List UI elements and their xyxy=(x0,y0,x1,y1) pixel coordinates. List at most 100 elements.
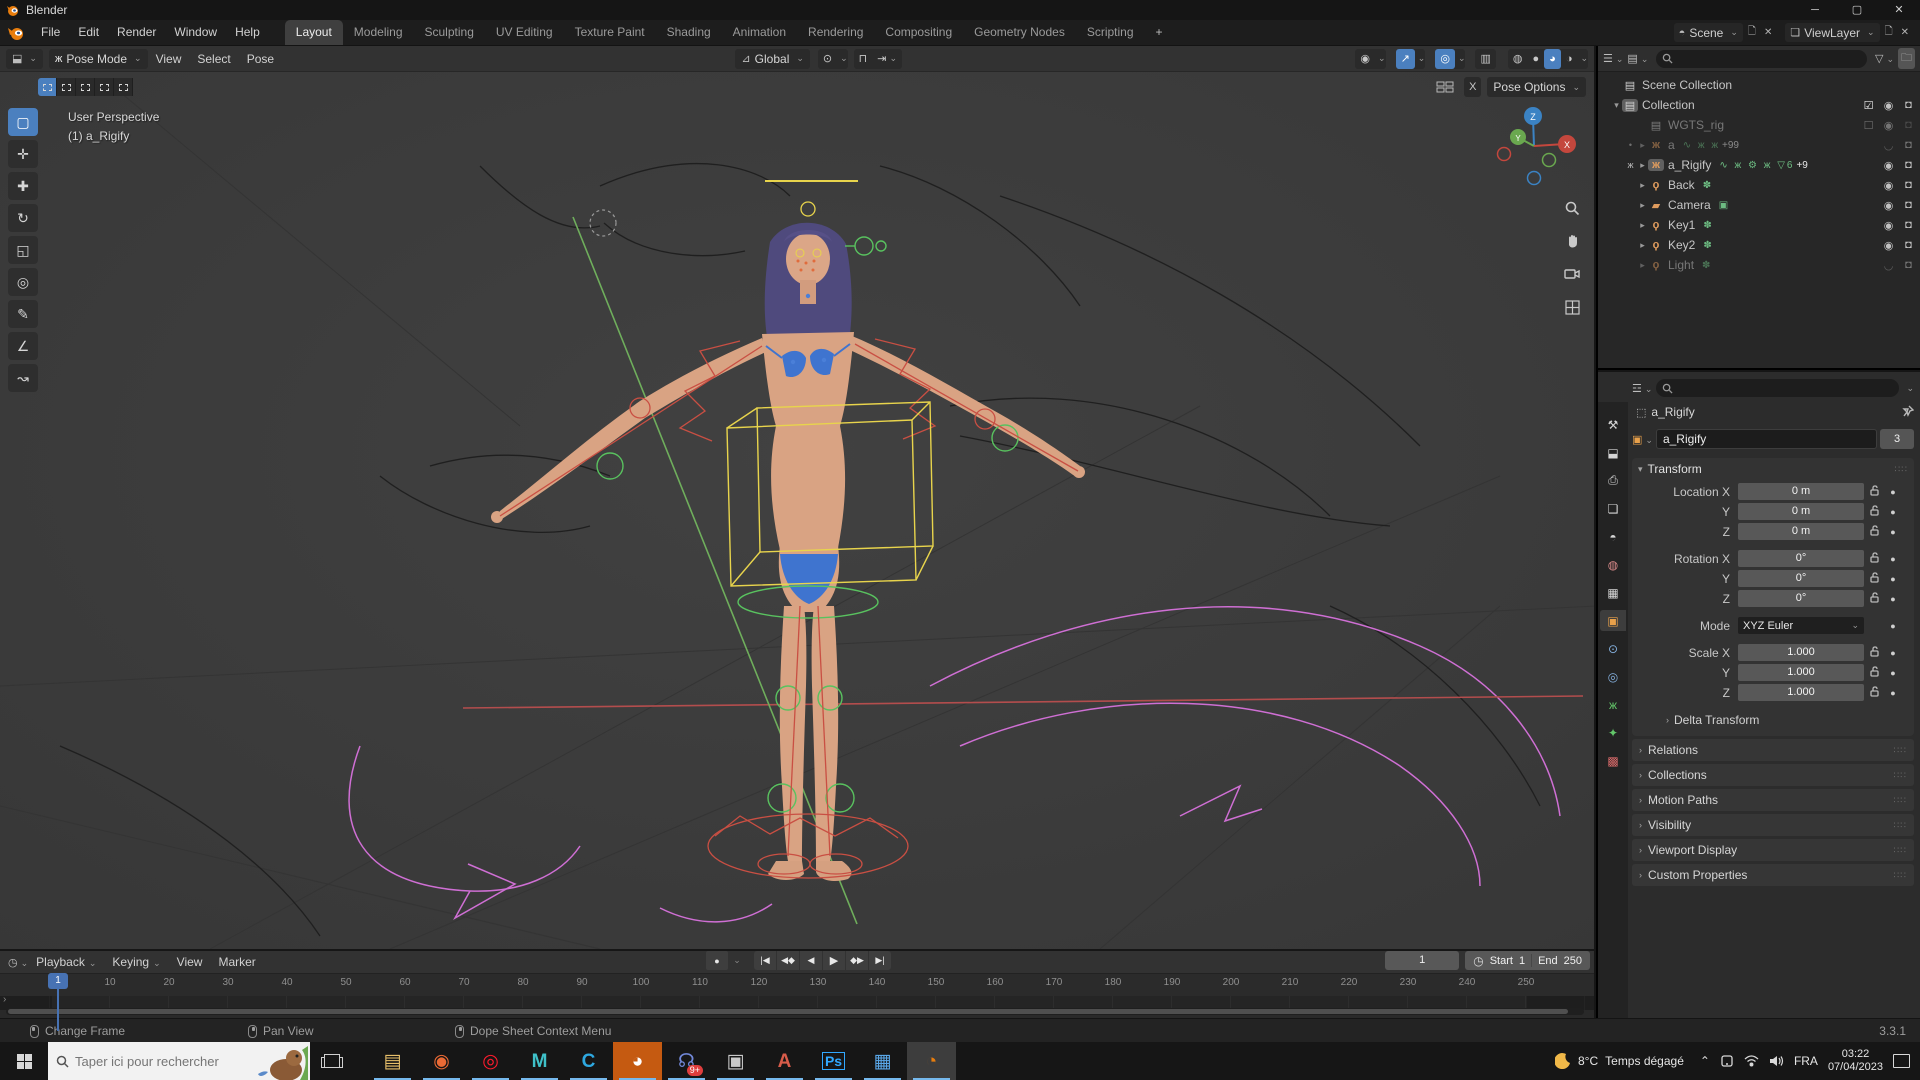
outliner-row[interactable]: ▸ Camera ▣ xyxy=(1598,195,1920,215)
delta-transform-subpanel[interactable]: › Delta Transform xyxy=(1638,710,1908,730)
outliner-row[interactable]: Scene Collection xyxy=(1598,75,1920,95)
properties-tab[interactable]: ⊙ xyxy=(1600,638,1626,659)
properties-tab[interactable]: ❏ xyxy=(1600,498,1626,519)
workspace-tab[interactable]: Modeling xyxy=(343,20,414,45)
taskbar-app-button[interactable]: ▤ xyxy=(368,1042,417,1080)
hide-eye-icon[interactable] xyxy=(1881,179,1896,192)
panel-grip-icon[interactable]: ∷∷ xyxy=(1894,745,1907,756)
properties-options-icon[interactable] xyxy=(1903,382,1914,394)
render-camera-icon[interactable] xyxy=(1901,119,1916,132)
panel-grip-icon[interactable]: ∷∷ xyxy=(1894,820,1907,831)
taskbar-search[interactable] xyxy=(48,1042,310,1080)
animate-dot-icon[interactable]: ● xyxy=(1886,594,1900,604)
lock-icon[interactable] xyxy=(1864,571,1886,586)
outliner-row[interactable]: ▸ Back ✽ xyxy=(1598,175,1920,195)
timeline-menu-item[interactable]: View xyxy=(169,955,211,969)
tool-button[interactable]: ✛ xyxy=(8,140,38,168)
jump-to-end-button[interactable]: ▶| xyxy=(869,951,891,970)
workspace-tab[interactable]: Rendering xyxy=(797,20,874,45)
search-input[interactable] xyxy=(75,1053,225,1069)
pose-options-dropdown[interactable]: Pose Options xyxy=(1487,77,1586,97)
pin-icon[interactable] xyxy=(1902,405,1915,420)
remove-view-layer-button[interactable]: ✕ xyxy=(1898,27,1912,38)
timeline-menu-item[interactable]: Playback xyxy=(28,955,104,969)
panel-grip-icon[interactable]: ∷∷ xyxy=(1895,464,1908,475)
tool-button[interactable]: ✚ xyxy=(8,172,38,200)
properties-tab[interactable]: ◍ xyxy=(1600,554,1626,575)
pan-hand-icon[interactable] xyxy=(1560,229,1584,253)
wifi-icon[interactable] xyxy=(1744,1055,1759,1067)
outliner-item-label[interactable]: Light xyxy=(1668,258,1694,272)
viewport-menu-item[interactable]: Select xyxy=(189,52,238,66)
navigation-gizmo[interactable]: Z X Y xyxy=(1492,102,1578,188)
snap-magnet-icon[interactable]: ⊓ xyxy=(854,49,873,69)
animate-dot-icon[interactable]: ● xyxy=(1886,648,1900,658)
expand-arrow-icon[interactable]: ▸ xyxy=(1637,200,1648,211)
3d-viewport[interactable]: ⬓ ж Pose Mode ViewSelectPose ⊿ Global ⊙ … xyxy=(0,46,1596,949)
tablet-mode-icon[interactable] xyxy=(1720,1055,1734,1067)
notification-center-icon[interactable] xyxy=(1893,1054,1910,1068)
properties-tab[interactable]: ◎ xyxy=(1600,666,1626,687)
outliner-item-label[interactable]: WGTS_rig xyxy=(1668,118,1724,132)
workspace-tab[interactable]: Layout xyxy=(284,20,343,45)
timeline-menu-item[interactable]: Keying xyxy=(104,955,168,969)
clock[interactable]: 03:22 07/04/2023 xyxy=(1828,1048,1883,1074)
viewport-menu-item[interactable]: View xyxy=(148,52,190,66)
topbar-menu-item[interactable]: Edit xyxy=(69,20,108,45)
unlink-scene-button[interactable]: ✕ xyxy=(1761,27,1775,38)
select-mode-intersect[interactable] xyxy=(114,78,133,96)
animate-dot-icon[interactable]: ● xyxy=(1886,688,1900,698)
minimize-button[interactable]: ─ xyxy=(1794,0,1836,20)
prev-keyframe-button[interactable]: ◀◆ xyxy=(777,951,799,970)
outliner-item-label[interactable]: Camera xyxy=(1668,198,1711,212)
timeline-editor-type-icon[interactable]: ◷ xyxy=(8,956,28,969)
select-mode-subtract[interactable] xyxy=(76,78,95,96)
checkbox-icon[interactable] xyxy=(1861,119,1876,132)
taskbar-app-button[interactable]: ◔ xyxy=(907,1042,956,1080)
taskbar-app-button[interactable]: M xyxy=(515,1042,564,1080)
tool-button[interactable]: ↝ xyxy=(8,364,38,392)
outliner-item-label[interactable]: a xyxy=(1668,138,1675,152)
jump-to-start-button[interactable]: |◀ xyxy=(754,951,776,970)
expand-arrow-icon[interactable]: ▾ xyxy=(1611,100,1622,111)
blender-menu-icon[interactable] xyxy=(6,25,28,41)
workspace-tab[interactable]: Texture Paint xyxy=(564,20,656,45)
weather-widget[interactable]: 8°C Temps dégagé xyxy=(1549,1053,1690,1069)
outliner-row[interactable]: • ▸ a ∿ ж ж +99 xyxy=(1598,135,1920,155)
timeline-ruler[interactable]: 10 20 30 40 50 60 70 80 90 100 110 120 130 140 150 160 1… xyxy=(0,974,1594,996)
outliner-row[interactable]: ж ▸ a_Rigify ∿ ж ⚙ ж ▽6 +9 xyxy=(1598,155,1920,175)
collapsed-panel[interactable]: › Visibility ∷∷ xyxy=(1632,814,1914,836)
viewport-scene[interactable] xyxy=(0,46,1596,949)
workspace-tab[interactable]: Sculpting xyxy=(414,20,485,45)
render-camera-icon[interactable] xyxy=(1901,219,1916,232)
ortho-grid-icon[interactable] xyxy=(1560,295,1584,319)
tool-button[interactable]: ✎ xyxy=(8,300,38,328)
rotation-mode-select[interactable]: XYZ Euler ⌄ xyxy=(1738,617,1864,634)
new-collection-button[interactable]: 🗀 xyxy=(1898,48,1915,69)
outliner-row[interactable]: ▾ Collection xyxy=(1598,95,1920,115)
properties-editor-type-icon[interactable]: ☲ xyxy=(1632,382,1652,395)
hide-eye-icon[interactable] xyxy=(1881,219,1896,232)
select-mode-invert[interactable] xyxy=(95,78,114,96)
transform-orientation-selector[interactable]: ⊿ Global xyxy=(735,48,810,69)
outliner-item-label[interactable]: Key2 xyxy=(1668,238,1695,252)
select-mode-extend[interactable] xyxy=(57,78,76,96)
camera-view-icon[interactable] xyxy=(1560,262,1584,286)
hide-eye-icon[interactable] xyxy=(1881,239,1896,252)
animate-dot-icon[interactable]: ● xyxy=(1886,527,1900,537)
collapsed-panel[interactable]: › Relations ∷∷ xyxy=(1632,739,1914,761)
lock-icon[interactable] xyxy=(1864,665,1886,680)
maximize-button[interactable]: ▢ xyxy=(1836,0,1878,20)
taskbar-app-button[interactable]: ◕ xyxy=(613,1042,662,1080)
snap-target-icon[interactable]: ⇥ xyxy=(872,49,902,69)
close-button[interactable]: ✕ xyxy=(1878,0,1920,20)
animate-dot-icon[interactable]: ● xyxy=(1886,668,1900,678)
outliner-row[interactable]: WGTS_rig xyxy=(1598,115,1920,135)
hide-eye-icon[interactable] xyxy=(1881,259,1896,272)
workspace-tab[interactable]: Scripting xyxy=(1076,20,1145,45)
timeline-scrollbar[interactable] xyxy=(6,1008,1584,1015)
outliner-item-label[interactable]: a_Rigify xyxy=(1668,158,1711,172)
gizmos-toggle[interactable]: ↗ xyxy=(1395,48,1426,69)
expand-arrow-icon[interactable]: ▸ xyxy=(1637,220,1648,231)
properties-tab[interactable]: ⎙ xyxy=(1600,470,1626,491)
